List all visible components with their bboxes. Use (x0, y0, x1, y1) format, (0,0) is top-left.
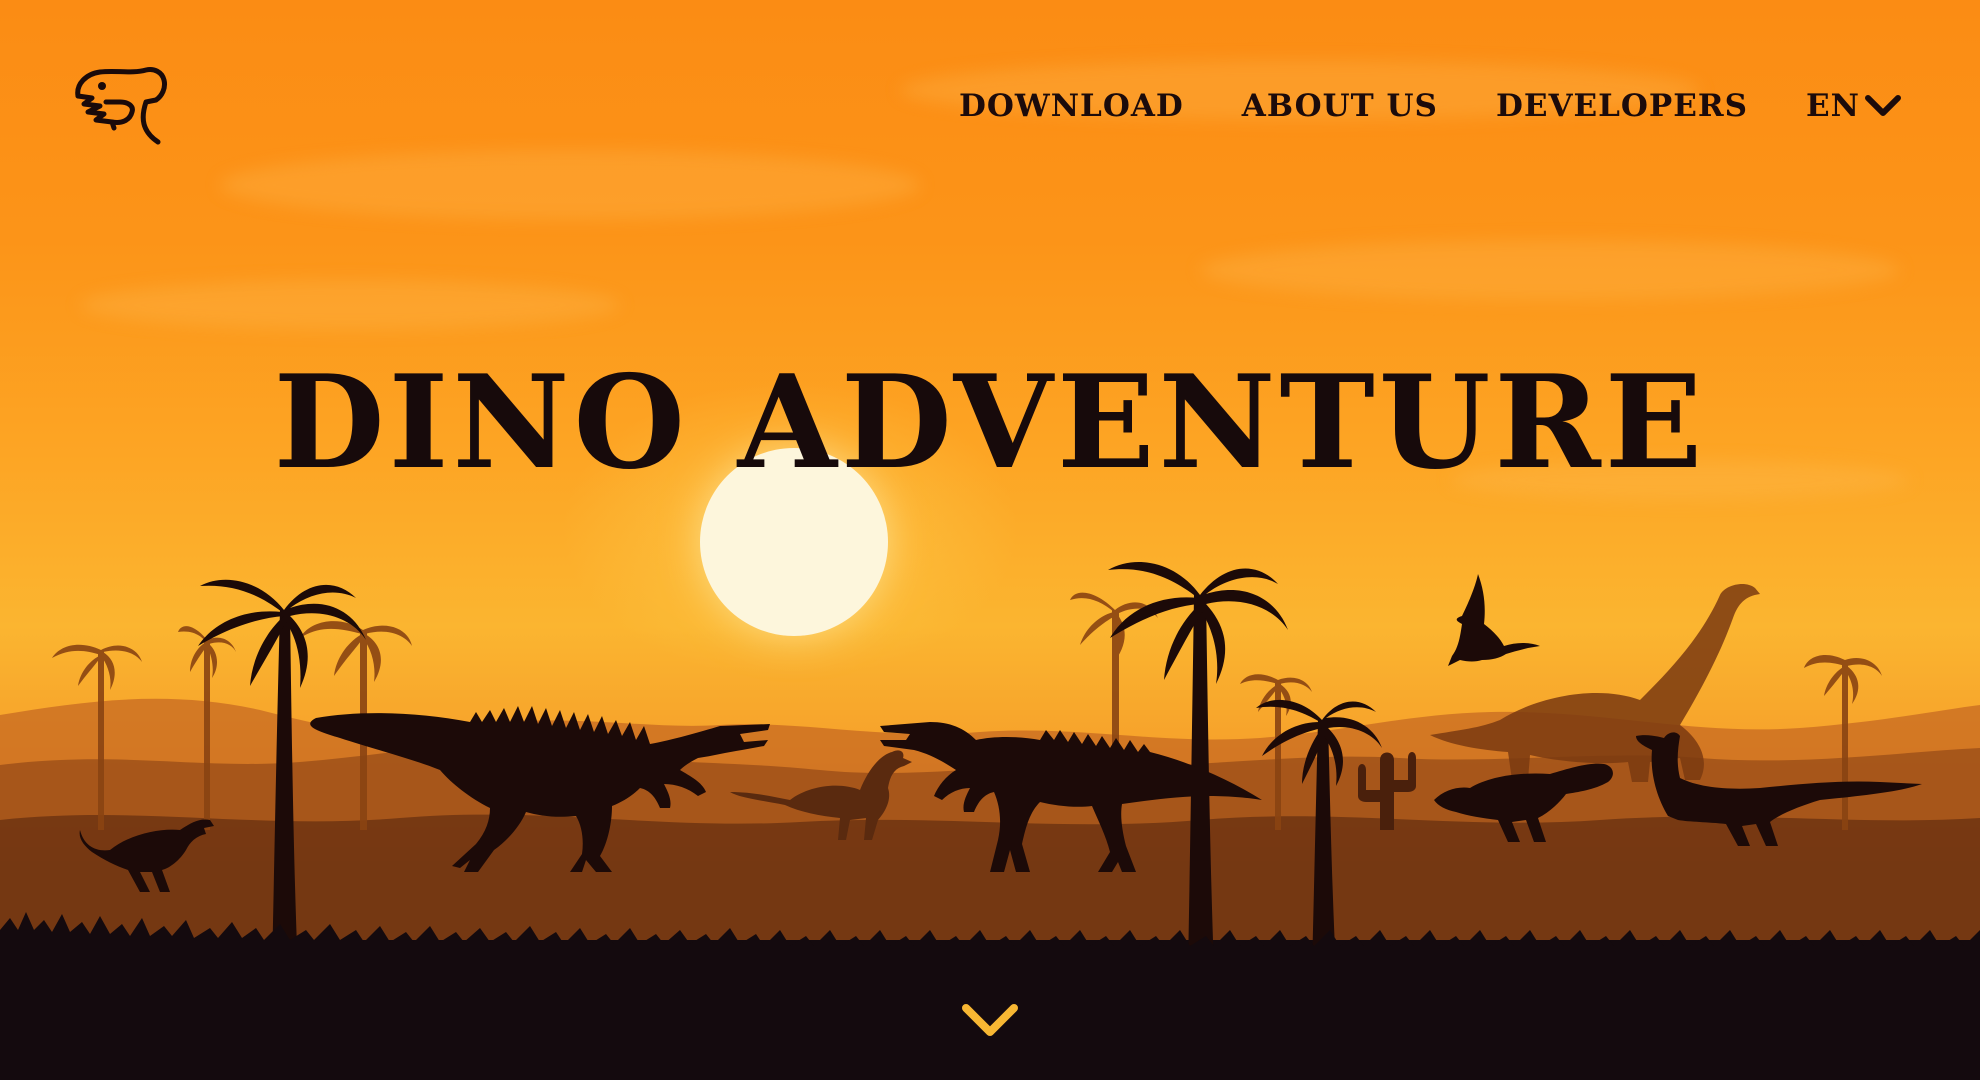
cloud (220, 150, 920, 220)
language-selector[interactable]: EN (1806, 88, 1902, 124)
landing-page: DOWNLOAD ABOUT US DEVELOPERS EN DINO ADV… (0, 0, 1980, 1080)
language-label: EN (1806, 88, 1860, 124)
nav-download[interactable]: DOWNLOAD (959, 88, 1184, 124)
cloud (80, 280, 620, 330)
nav-developers[interactable]: DEVELOPERS (1496, 88, 1748, 124)
hero-title: DINO ADVENTURE (273, 348, 1707, 498)
dinosaur-landscape-illustration (0, 562, 1980, 1080)
main-nav: DOWNLOAD ABOUT US DEVELOPERS EN (959, 88, 1902, 124)
nav-about-us[interactable]: ABOUT US (1242, 88, 1438, 124)
chevron-down-icon (1865, 95, 1901, 116)
cloud (1200, 240, 1900, 300)
chevron-down-icon[interactable] (960, 1000, 1020, 1042)
trex-head-icon[interactable] (72, 62, 176, 152)
